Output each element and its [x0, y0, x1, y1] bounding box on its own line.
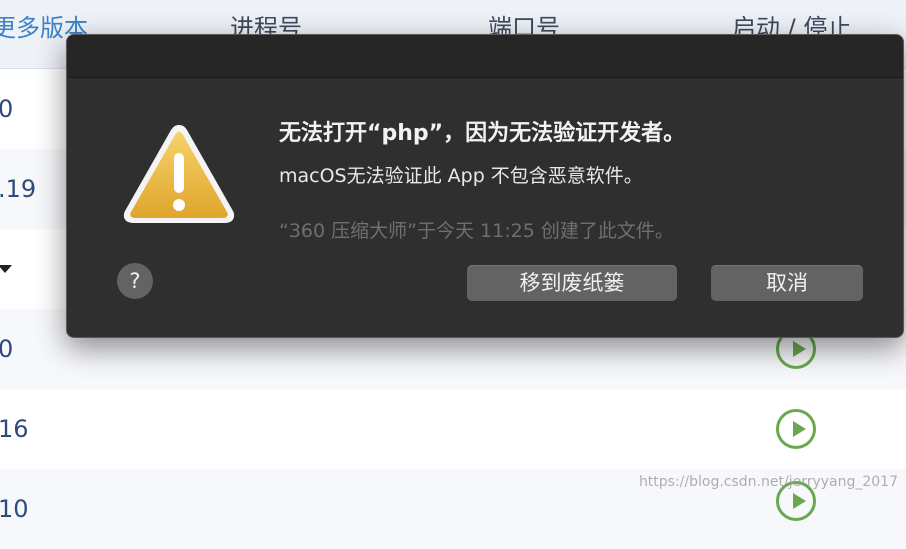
row-version: 16	[0, 415, 29, 443]
move-to-trash-button[interactable]: 移到废纸篓	[467, 265, 677, 301]
table-row: 16	[0, 389, 906, 469]
dialog-titlebar	[67, 35, 903, 78]
row-version: .19	[0, 175, 37, 203]
dialog-title: 无法打开“php”，因为无法验证开发者。	[279, 121, 686, 146]
dialog-message: macOS无法验证此 App 不包含恶意软件。	[279, 165, 643, 187]
row-version: 10	[0, 495, 29, 523]
dialog-note: “360 压缩大师”于今天 11:25 创建了此文件。	[279, 220, 674, 242]
help-button[interactable]: ?	[117, 263, 153, 299]
play-button[interactable]	[776, 409, 816, 449]
warning-icon	[123, 125, 235, 223]
row-version: 0	[0, 95, 14, 123]
watermark: https://blog.csdn.net/jerryyang_2017	[638, 474, 898, 490]
security-alert-dialog: 无法打开“php”，因为无法验证开发者。 macOS无法验证此 App 不包含恶…	[66, 34, 904, 338]
dropdown-caret-icon[interactable]	[0, 265, 12, 273]
row-version: 0	[0, 335, 14, 363]
cancel-button[interactable]: 取消	[711, 265, 863, 301]
